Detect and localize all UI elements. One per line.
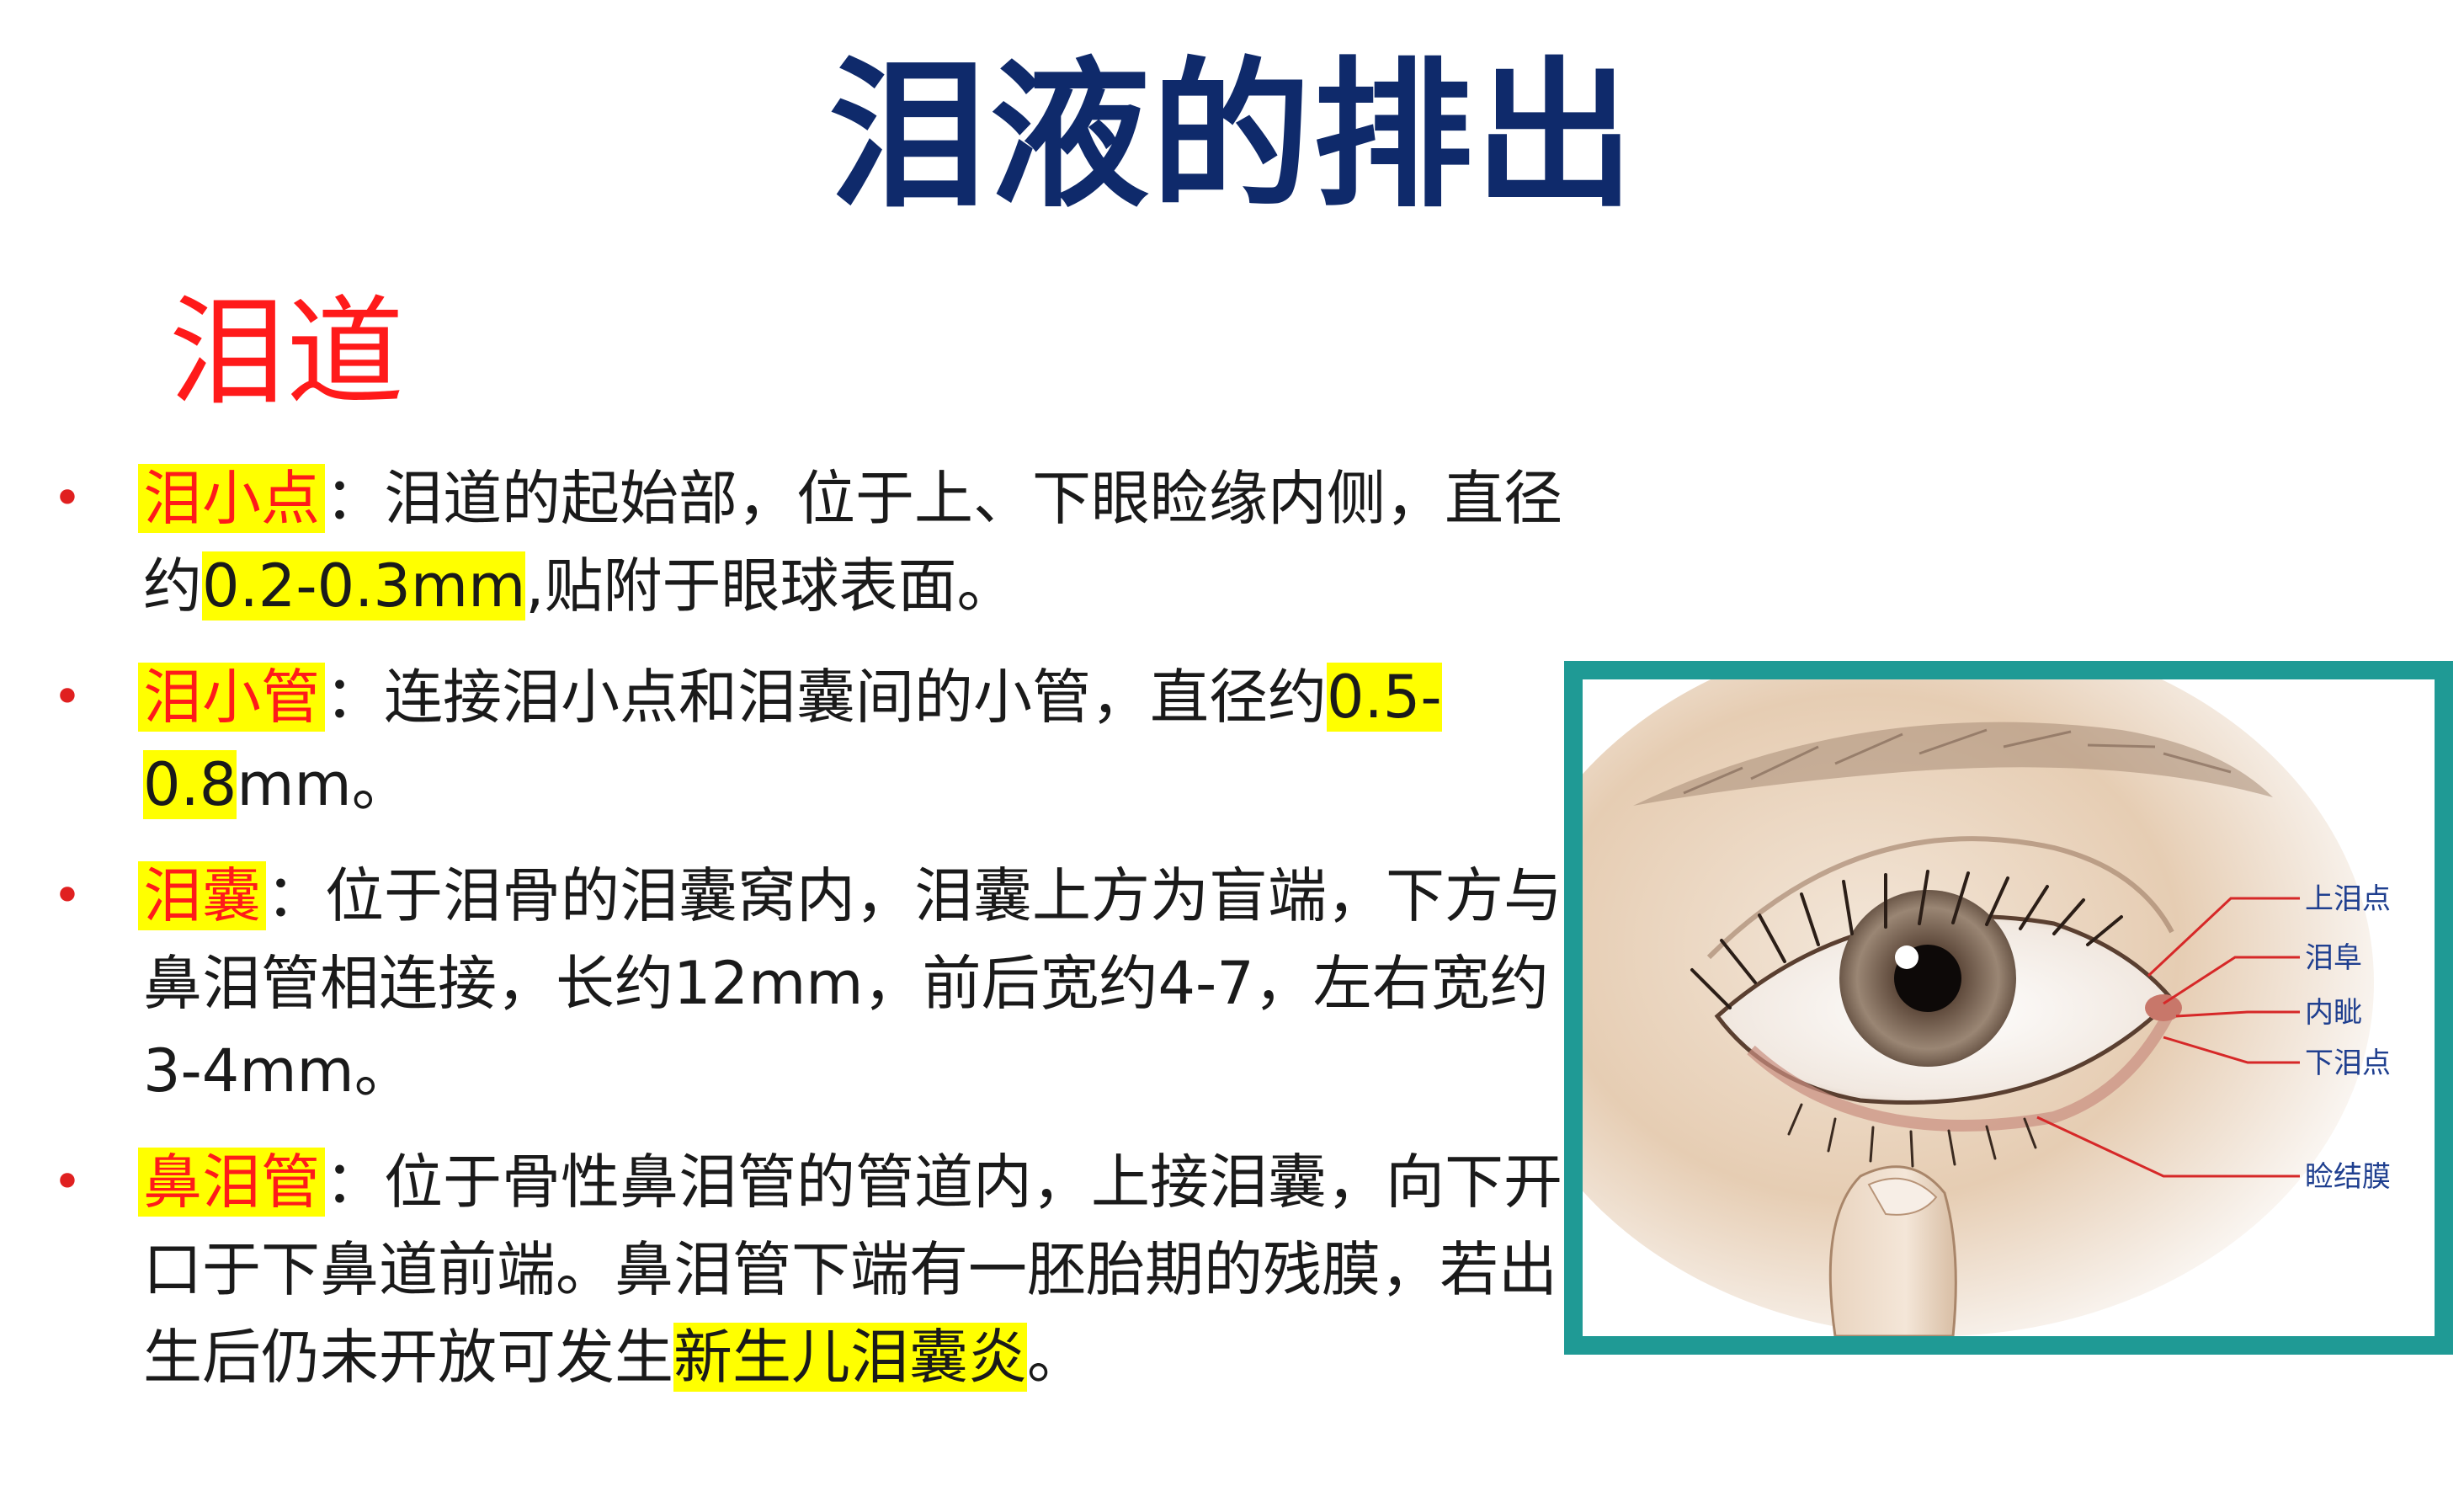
section-heading: 泪道 <box>168 285 405 422</box>
bullet-text: 连接泪小点和泪囊间的小管，直径约 <box>384 663 1327 732</box>
bullet-dot-icon: • <box>52 1153 82 1212</box>
bullet-list: • 泪小点：泪道的起始部，位于上、下眼睑缘内侧，直径约0.2-0.3mm,贴附于眼… <box>42 455 1562 1425</box>
bullet-text-end: mm。 <box>237 750 411 819</box>
bullet-text-end: 。 <box>1027 1323 1086 1392</box>
label-lower-punctum: 下泪点 <box>2305 1047 2391 1080</box>
label-palpebral-conjunctiva: 睑结膜 <box>2305 1160 2391 1194</box>
bullet-item-punctum: • 泪小点：泪道的起始部，位于上、下眼睑缘内侧，直径约0.2-0.3mm,贴附于眼… <box>42 455 1591 630</box>
bullet-dot-icon: • <box>52 668 82 727</box>
bullet-dot-icon: • <box>52 866 82 925</box>
slide-title: 泪液的排出 <box>828 43 1636 229</box>
bullet-separator: ： <box>325 663 384 732</box>
bullet-item-nasolacrimal-duct: • 鼻泪管：位于骨性鼻泪管的管道内，上接泪囊，向下开口于下鼻道前端。鼻泪管下端有一… <box>42 1138 1591 1401</box>
bullet-term: 泪囊 <box>138 861 266 930</box>
eye-illustration: 上泪点 泪阜 内眦 下泪点 睑结膜 <box>1583 679 2391 1336</box>
bullet-text-end: ,贴附于眼球表面。 <box>525 551 1016 621</box>
bullet-separator: ： <box>325 1148 384 1217</box>
bullet-separator: ： <box>266 861 325 930</box>
bullet-highlight: 新生儿泪囊炎 <box>673 1323 1027 1392</box>
bullet-highlight: 0.2-0.3mm <box>202 551 526 621</box>
bullet-text: 位于泪骨的泪囊窝内，泪囊上方为盲端，下方与鼻泪管相连接，长约12mm，前后宽约4… <box>143 861 1562 1105</box>
label-caruncle: 泪阜 <box>2305 941 2362 975</box>
eye-anatomy-figure: 上泪点 泪阜 内眦 下泪点 睑结膜 <box>1564 661 2453 1355</box>
bullet-term: 鼻泪管 <box>138 1148 325 1217</box>
bullet-separator: ： <box>325 464 384 533</box>
label-upper-punctum: 上泪点 <box>2305 882 2391 916</box>
bullet-item-lacrimal-sac: • 泪囊：位于泪骨的泪囊窝内，泪囊上方为盲端，下方与鼻泪管相连接，长约12mm，前… <box>42 852 1591 1115</box>
label-inner-canthus: 内眦 <box>2305 996 2362 1030</box>
bullet-item-canaliculus: • 泪小管：连接泪小点和泪囊间的小管，直径约0.5-0.8mm。 <box>42 653 1591 828</box>
bullet-term: 泪小管 <box>138 663 325 732</box>
bullet-dot-icon: • <box>52 469 82 528</box>
bullet-term: 泪小点 <box>138 464 325 533</box>
eye-highlight <box>1895 945 1919 969</box>
